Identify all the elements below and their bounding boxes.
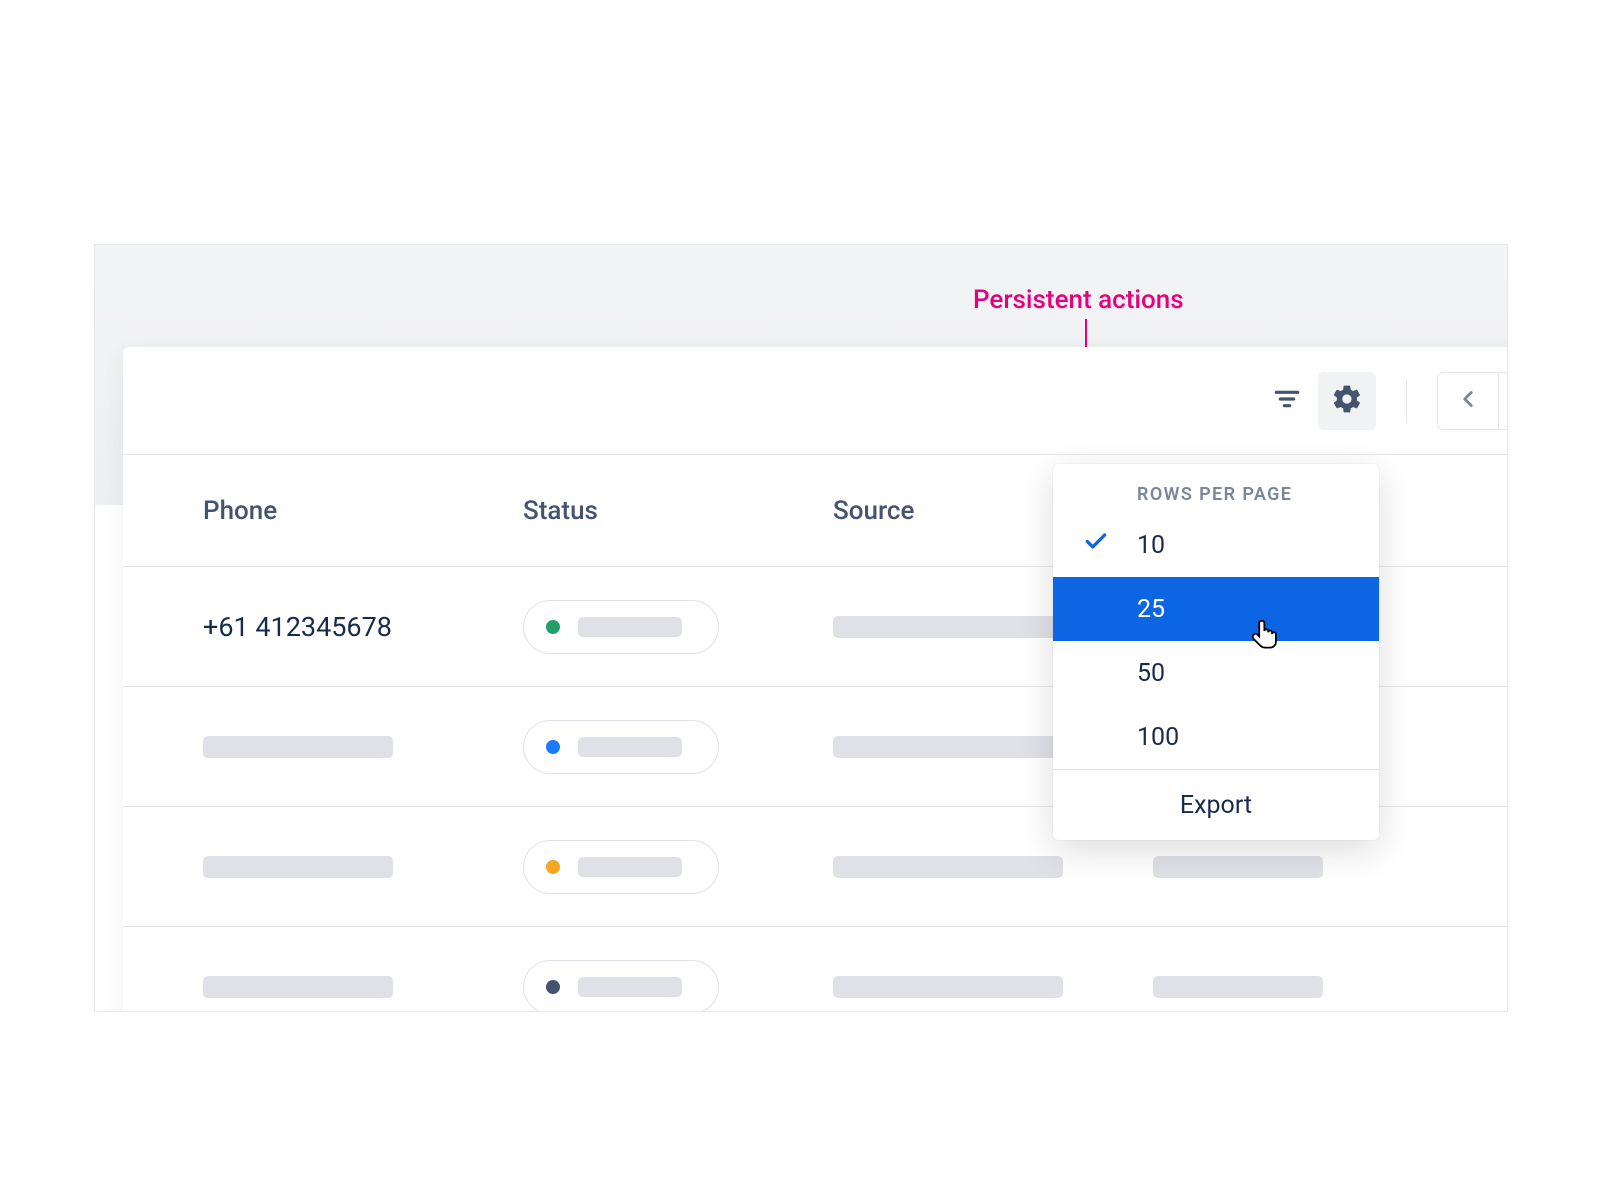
menu-item-rows-100[interactable]: 100 (1053, 705, 1379, 769)
cell-status (523, 840, 833, 894)
toolbar-divider (1406, 379, 1407, 423)
status-dot (546, 740, 560, 754)
filter-icon (1271, 383, 1303, 419)
cell-phone: +61 412345678 (203, 611, 523, 643)
status-badge (523, 840, 719, 894)
page-prev-button[interactable] (1438, 373, 1498, 429)
placeholder (578, 617, 682, 637)
chevron-left-icon (1455, 386, 1481, 416)
cell-phone (203, 736, 523, 758)
placeholder (833, 976, 1063, 998)
column-header-status[interactable]: Status (523, 496, 833, 526)
placeholder (833, 856, 1063, 878)
column-header-phone[interactable]: Phone (203, 496, 523, 526)
menu-item-rows-10[interactable]: 10 (1053, 513, 1379, 577)
gear-icon (1331, 383, 1363, 419)
status-badge (523, 720, 719, 774)
cell-status (523, 960, 833, 1012)
placeholder (1153, 856, 1323, 878)
settings-button[interactable] (1318, 372, 1376, 430)
placeholder (1153, 976, 1323, 998)
menu-item-rows-25[interactable]: 25 (1053, 577, 1379, 641)
cell-source (833, 856, 1153, 878)
page-next-button[interactable] (1498, 373, 1508, 429)
menu-item-rows-50[interactable]: 50 (1053, 641, 1379, 705)
cell-extra (1153, 976, 1413, 998)
status-dot (546, 860, 560, 874)
menu-item-label: 100 (1137, 723, 1179, 752)
pager (1437, 372, 1508, 430)
placeholder (833, 736, 1063, 758)
menu-item-label: 10 (1137, 531, 1165, 560)
placeholder (203, 856, 393, 878)
menu-item-label: 50 (1137, 659, 1165, 688)
cell-status (523, 600, 833, 654)
status-badge (523, 600, 719, 654)
menu-item-label: 25 (1137, 595, 1165, 624)
status-dot (546, 980, 560, 994)
persistent-actions (1258, 372, 1376, 430)
placeholder (578, 977, 682, 997)
placeholder (203, 736, 393, 758)
cell-extra (1153, 856, 1413, 878)
cell-phone (203, 976, 523, 998)
cell-status (523, 720, 833, 774)
filter-button[interactable] (1258, 372, 1316, 430)
placeholder (578, 737, 682, 757)
placeholder (578, 857, 682, 877)
cell-phone (203, 856, 523, 878)
settings-menu: ROWS PER PAGE 10 25 50 100 Export (1053, 464, 1379, 840)
demo-frame: Persistent actions (94, 244, 1508, 1012)
status-dot (546, 620, 560, 634)
placeholder (203, 976, 393, 998)
menu-section-header: ROWS PER PAGE (1053, 464, 1379, 513)
placeholder (833, 616, 1063, 638)
cell-source (833, 976, 1153, 998)
menu-item-export[interactable]: Export (1053, 770, 1379, 840)
menu-item-label: Export (1180, 791, 1252, 820)
table-row (123, 927, 1508, 1012)
table-toolbar (123, 347, 1508, 455)
status-badge (523, 960, 719, 1012)
check-icon (1083, 529, 1109, 562)
